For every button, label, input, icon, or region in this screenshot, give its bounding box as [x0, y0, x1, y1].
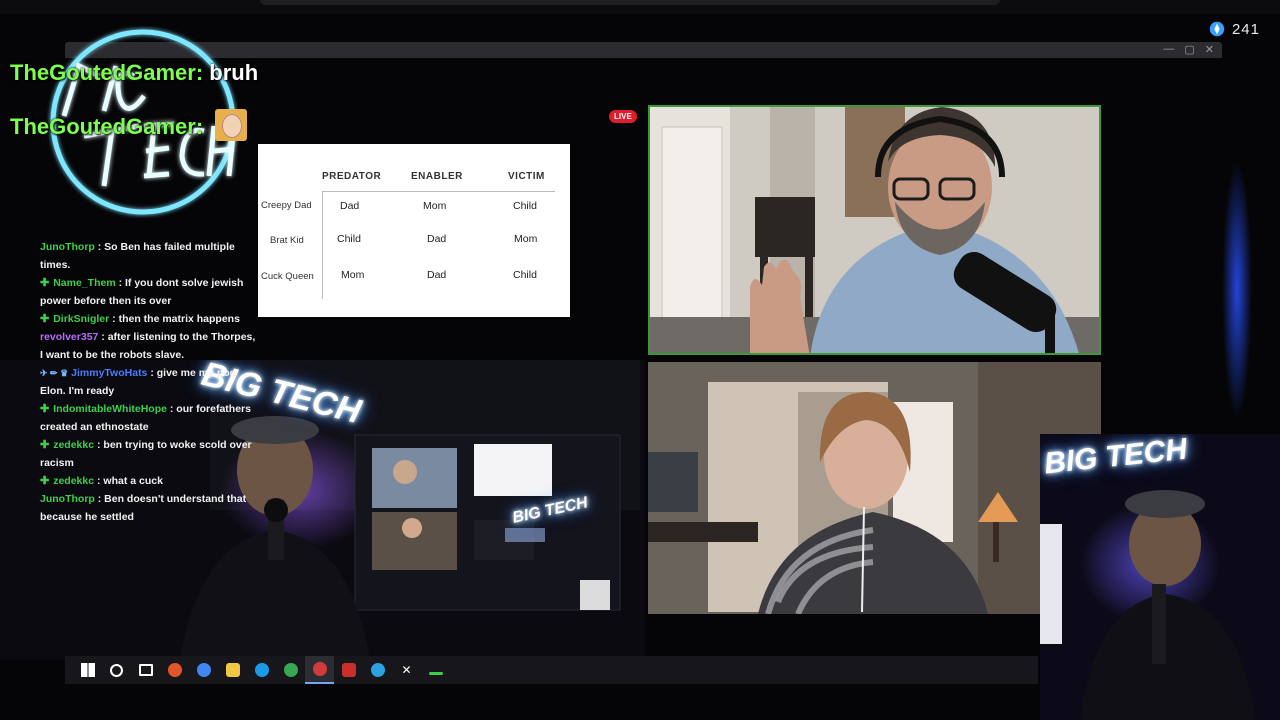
- table-row-header: Creepy Dad: [261, 200, 312, 211]
- viewer-count: 241: [1208, 20, 1260, 38]
- chat-message: ✚ zedekkc : what a cuck: [40, 472, 258, 490]
- table-row-header: Cuck Queen: [261, 271, 314, 282]
- table-cell: Child: [337, 233, 361, 245]
- table-cell: Child: [513, 269, 537, 281]
- chat-message: revolver357 : after listening to the Tho…: [40, 328, 258, 364]
- chat-message: ✚ zedekkc : ben trying to woke scold over…: [40, 436, 258, 472]
- chat-message: JunoThorp : Ben doesn't understand that …: [40, 490, 258, 526]
- chat-username[interactable]: Name_Them: [53, 277, 115, 289]
- top-strip: [0, 0, 1280, 14]
- chat-message: ✚ DirkSnigler : then the matrix happens: [40, 310, 258, 328]
- viewer-count-value: 241: [1231, 20, 1260, 38]
- viewers-icon: [1209, 21, 1225, 37]
- overlay-chat-message: TheGoutedGamer:: [10, 109, 248, 144]
- overlay-username: TheGoutedGamer: [10, 60, 196, 85]
- chat-message: ✚ Name_Them : If you dont solve jewish po…: [40, 274, 258, 310]
- plus-badge-icon: ✚: [40, 475, 50, 487]
- chrome-alt-icon[interactable]: [276, 656, 305, 684]
- table-cell: Mom: [423, 200, 447, 212]
- chrome-icon[interactable]: [189, 656, 218, 684]
- table-row-header: Brat Kid: [270, 235, 304, 246]
- overlay-username: TheGoutedGamer: [10, 113, 196, 139]
- obs-icon[interactable]: [305, 656, 334, 684]
- chat-message-text: : then the matrix happens: [109, 313, 240, 325]
- chat-message: ✚ IndomitableWhiteHope : our forefathers …: [40, 400, 258, 436]
- emote-face-icon: [215, 109, 248, 141]
- close-button[interactable]: ✕: [1205, 43, 1214, 56]
- table-cell: Dad: [340, 200, 360, 212]
- overlay-message-text: bruh: [209, 60, 259, 85]
- file-explorer-icon[interactable]: [218, 656, 247, 684]
- plus-badge-icon: ✚: [40, 439, 50, 451]
- steam-icon[interactable]: [247, 656, 276, 684]
- guest-video-man: [648, 105, 1101, 355]
- chat-username[interactable]: zedekkc: [53, 439, 94, 451]
- table-col-header: ENABLER: [411, 171, 463, 182]
- copilot-icon[interactable]: [160, 656, 189, 684]
- minimize-button[interactable]: —: [1163, 43, 1174, 56]
- chat-username[interactable]: JunoThorp: [40, 493, 95, 505]
- search-icon[interactable]: [102, 656, 131, 684]
- chat-message-text: : what a cuck: [94, 475, 163, 487]
- x-icon[interactable]: ✕: [392, 656, 421, 684]
- chat-username[interactable]: JimmyTwoHats: [71, 367, 147, 379]
- table-col-header: VICTIM: [508, 171, 545, 182]
- plus-badge-icon: ✚: [40, 313, 50, 325]
- host-side-video: BIG TECH: [1040, 434, 1280, 720]
- chat-username[interactable]: IndomitableWhiteHope: [53, 403, 167, 415]
- telegram-icon[interactable]: [363, 656, 392, 684]
- maximize-button[interactable]: ▢: [1184, 43, 1194, 56]
- table-cell: Mom: [514, 233, 538, 245]
- chat-message: JunoThorp : So Ben has failed multiple t…: [40, 238, 258, 274]
- chat-username[interactable]: zedekkc: [53, 475, 94, 487]
- table-cell: Mom: [341, 269, 365, 281]
- chat-message: ✈ ✏ ♛ JimmyTwoHats : give me my pod Elon.…: [40, 364, 258, 400]
- table-cell: Dad: [427, 233, 447, 245]
- table-cell: Dad: [427, 269, 447, 281]
- guest-video-woman: [648, 362, 1101, 614]
- live-badge: LIVE: [609, 110, 637, 123]
- media-app-icon[interactable]: [334, 656, 363, 684]
- table-col-header: PREDATOR: [322, 171, 382, 182]
- role-table: PREDATOR ENABLER VICTIM Creepy Dad Dad M…: [258, 144, 570, 317]
- overlay-chat-message: TheGoutedGamer: bruh: [10, 60, 259, 85]
- terminal-icon[interactable]: [421, 656, 450, 684]
- chat-username[interactable]: revolver357: [40, 331, 98, 343]
- guest-woman-scene: [648, 362, 1101, 614]
- chat-username[interactable]: DirkSnigler: [53, 313, 109, 325]
- window-controls: — ▢ ✕: [1163, 43, 1214, 56]
- chat-log: JunoThorp : So Ben has failed multiple t…: [40, 238, 258, 526]
- table-cell: Child: [513, 200, 537, 212]
- chat-username[interactable]: JunoThorp: [40, 241, 95, 253]
- task-view-icon[interactable]: [131, 656, 160, 684]
- windows-start-icon[interactable]: [73, 656, 102, 684]
- taskbar: ✕: [65, 656, 1038, 684]
- plus-badge-icon: ✚: [40, 403, 50, 415]
- ambient-blue-light: [1222, 160, 1252, 420]
- user-badges-icon: ✈ ✏ ♛: [40, 368, 69, 378]
- guest-man-scene: [650, 107, 1099, 353]
- plus-badge-icon: ✚: [40, 277, 50, 289]
